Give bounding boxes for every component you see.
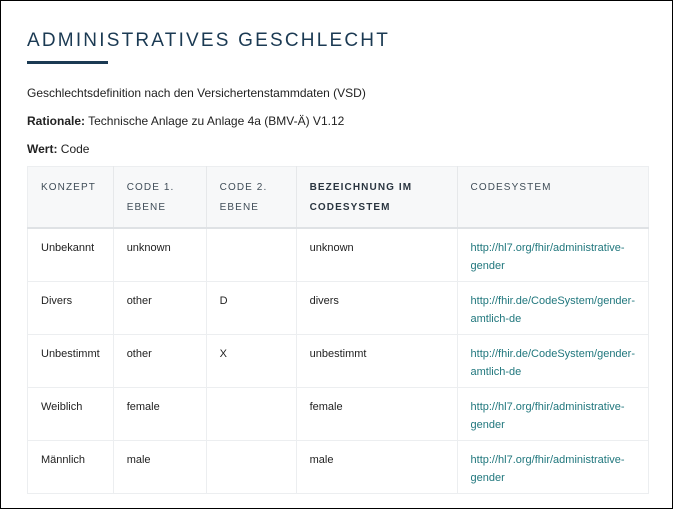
- table-row: Divers other D divers http://fhir.de/Cod…: [27, 281, 649, 335]
- header-codesystem: CODESYSTEM: [457, 166, 649, 229]
- cell-code-1: other: [113, 334, 207, 388]
- cell-konzept: Männlich: [27, 440, 114, 494]
- document-frame: ADMINISTRATIVES GESCHLECHT Geschlechtsde…: [0, 0, 673, 509]
- codesystem-link[interactable]: http://fhir.de/CodeSystem/gender-amtlich…: [471, 348, 635, 378]
- rationale-label: Rationale:: [27, 114, 86, 128]
- codesystem-link[interactable]: http://fhir.de/CodeSystem/gender-amtlich…: [471, 295, 635, 325]
- cell-bezeichnung: unknown: [296, 228, 458, 282]
- cell-codesystem: http://hl7.org/fhir/administrative-gende…: [457, 387, 649, 441]
- cell-konzept: Unbestimmt: [27, 334, 114, 388]
- cell-codesystem: http://hl7.org/fhir/administrative-gende…: [457, 228, 649, 282]
- title-underline: [27, 61, 108, 64]
- table-row: Weiblich female female http://hl7.org/fh…: [27, 387, 649, 441]
- cell-codesystem: http://fhir.de/CodeSystem/gender-amtlich…: [457, 281, 649, 335]
- wert-label: Wert:: [27, 142, 58, 156]
- table-header-row: KONZEPT CODE 1. EBENE CODE 2. EBENE BEZE…: [27, 166, 649, 229]
- table-row: Männlich male male http://hl7.org/fhir/a…: [27, 440, 649, 494]
- page-title: ADMINISTRATIVES GESCHLECHT: [27, 30, 390, 51]
- wert-value: Code: [57, 142, 90, 156]
- codesystem-link[interactable]: http://hl7.org/fhir/administrative-gende…: [471, 242, 625, 272]
- cell-konzept: Divers: [27, 281, 114, 335]
- cell-code-2: [206, 440, 297, 494]
- cell-bezeichnung: male: [296, 440, 458, 494]
- codesystem-link[interactable]: http://hl7.org/fhir/administrative-gende…: [471, 401, 625, 431]
- header-code-2: CODE 2. EBENE: [206, 166, 297, 229]
- header-bezeichnung: BEZEICHNUNG IM CODESYSTEM: [296, 166, 458, 229]
- cell-code-1: other: [113, 281, 207, 335]
- content-area: ADMINISTRATIVES GESCHLECHT Geschlechtsde…: [27, 29, 649, 494]
- wert-line: Wert: Code: [27, 142, 649, 156]
- header-konzept: KONZEPT: [27, 166, 114, 229]
- cell-codesystem: http://hl7.org/fhir/administrative-gende…: [457, 440, 649, 494]
- header-code-1: CODE 1. EBENE: [113, 166, 207, 229]
- cell-bezeichnung: female: [296, 387, 458, 441]
- codesystem-link[interactable]: http://hl7.org/fhir/administrative-gende…: [471, 454, 625, 484]
- cell-code-2: D: [206, 281, 297, 335]
- cell-code-1: unknown: [113, 228, 207, 282]
- cell-code-2: [206, 387, 297, 441]
- table-row: Unbestimmt other X unbestimmt http://fhi…: [27, 334, 649, 388]
- cell-code-1: female: [113, 387, 207, 441]
- cell-code-1: male: [113, 440, 207, 494]
- rationale-line: Rationale: Technische Anlage zu Anlage 4…: [27, 114, 649, 128]
- cell-konzept: Weiblich: [27, 387, 114, 441]
- value-set-table: KONZEPT CODE 1. EBENE CODE 2. EBENE BEZE…: [27, 166, 649, 494]
- description-text: Geschlechtsdefinition nach den Versicher…: [27, 86, 366, 100]
- cell-bezeichnung: unbestimmt: [296, 334, 458, 388]
- cell-konzept: Unbekannt: [27, 228, 114, 282]
- table-row: Unbekannt unknown unknown http://hl7.org…: [27, 228, 649, 282]
- cell-code-2: X: [206, 334, 297, 388]
- rationale-value: Technische Anlage zu Anlage 4a (BMV-Ä) V…: [85, 114, 345, 128]
- cell-codesystem: http://fhir.de/CodeSystem/gender-amtlich…: [457, 334, 649, 388]
- cell-code-2: [206, 228, 297, 282]
- cell-bezeichnung: divers: [296, 281, 458, 335]
